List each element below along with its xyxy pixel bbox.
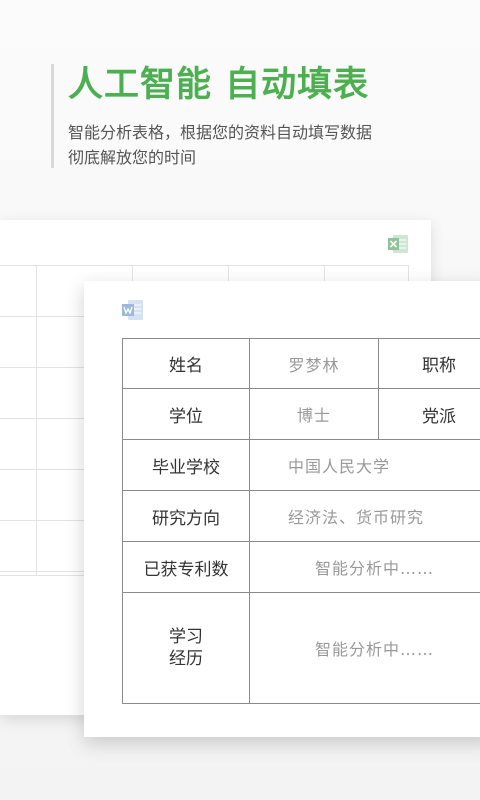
research-label: 研究方向	[123, 491, 250, 541]
school-value[interactable]: 中国人民大学	[250, 440, 480, 490]
name-value[interactable]: 罗梦林	[250, 339, 379, 388]
name-label: 姓名	[123, 339, 250, 388]
degree-value[interactable]: 博士	[250, 389, 379, 439]
patents-label: 已获专利数	[123, 542, 250, 592]
form-row-patents: 已获专利数 智能分析中……	[123, 541, 480, 592]
study-label: 学习 经历	[123, 593, 250, 703]
study-label-line-1: 学习	[169, 627, 203, 647]
form-row-school: 毕业学校 中国人民大学	[123, 439, 480, 490]
degree-label: 学位	[123, 389, 250, 439]
party-label: 党派	[422, 406, 456, 427]
page-subtitle: 智能分析表格，根据您的资料自动填写数据 彻底解放您的时间	[68, 120, 448, 170]
accent-bar	[51, 64, 54, 168]
form-row-study: 学习 经历 智能分析中……	[123, 592, 480, 703]
word-file-icon	[122, 300, 143, 320]
study-label-line-2: 经历	[169, 649, 203, 669]
auto-fill-form: 姓名 罗梦林 职称 学位 博士 党派 毕业学校 中国人民大学 研究方向 经济法、…	[122, 338, 480, 704]
patents-value[interactable]: 智能分析中……	[250, 542, 480, 592]
study-value[interactable]: 智能分析中……	[250, 593, 480, 703]
excel-file-icon	[388, 235, 408, 253]
school-label: 毕业学校	[123, 440, 250, 490]
word-sheet: 姓名 罗梦林 职称 学位 博士 党派 毕业学校 中国人民大学 研究方向 经济法、…	[84, 281, 480, 737]
form-row-name: 姓名 罗梦林 职称	[123, 339, 480, 388]
form-row-research: 研究方向 经济法、货币研究	[123, 490, 480, 541]
title-label: 职称	[422, 356, 456, 376]
page-title: 人工智能 自动填表	[68, 65, 370, 105]
research-value[interactable]: 经济法、货币研究	[250, 491, 480, 541]
form-row-degree: 学位 博士 党派	[123, 388, 480, 439]
subtitle-line-1: 智能分析表格，根据您的资料自动填写数据	[68, 123, 373, 142]
subtitle-line-2: 彻底解放您的时间	[68, 148, 197, 167]
